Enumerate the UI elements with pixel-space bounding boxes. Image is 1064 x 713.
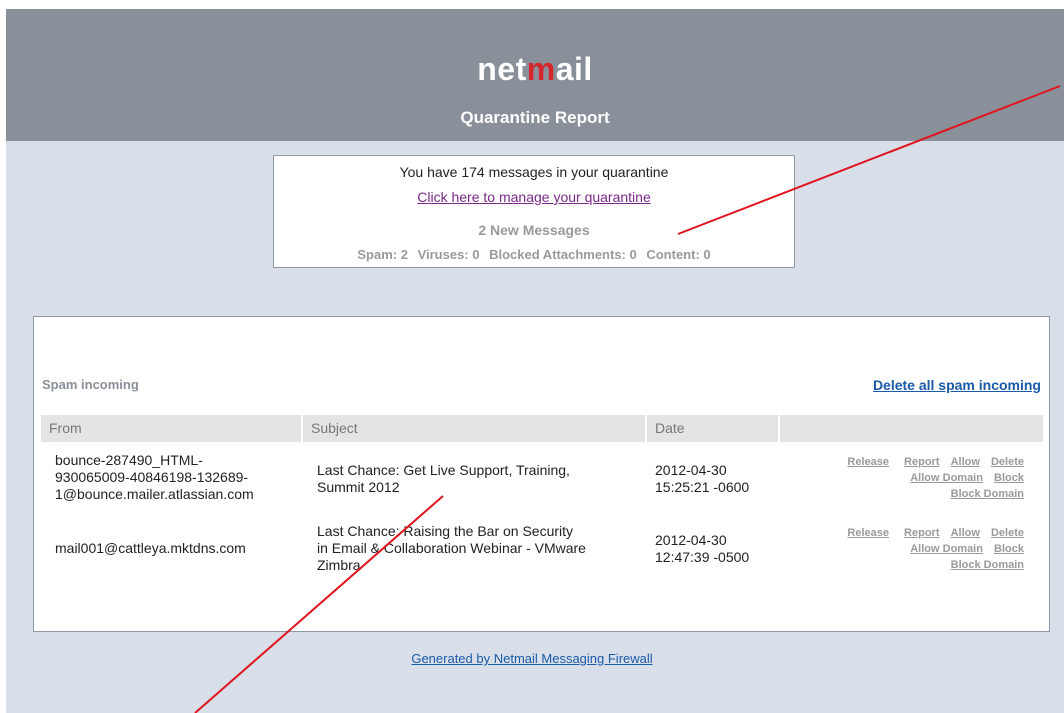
block-link[interactable]: Block bbox=[994, 472, 1024, 484]
message-subject: Last Chance: Get Live Support, Training,… bbox=[317, 462, 570, 495]
block-domain-link[interactable]: Block Domain bbox=[951, 559, 1024, 571]
allow-link[interactable]: Allow bbox=[951, 456, 980, 468]
sender-address: mail001@cattleya.mktdns.com bbox=[55, 540, 246, 556]
allow-domain-link[interactable]: Allow Domain bbox=[910, 472, 983, 484]
allow-domain-link[interactable]: Allow Domain bbox=[910, 543, 983, 555]
report-header: netmail Quarantine Report bbox=[6, 9, 1064, 141]
netmail-logo: netmail bbox=[477, 51, 593, 87]
manage-quarantine-link[interactable]: Click here to manage your quarantine bbox=[274, 189, 794, 205]
quarantine-summary-box: You have 174 messages in your quarantine… bbox=[273, 155, 795, 268]
content-count: Content: 0 bbox=[646, 247, 711, 262]
sender-address: bounce-287490_HTML- 930065009-40846198-1… bbox=[55, 452, 254, 502]
column-header-date: Date bbox=[655, 420, 685, 436]
message-stats: Spam: 2 Viruses: 0 Blocked Attachments: … bbox=[274, 247, 794, 262]
row-actions: Release Report Allow Delete Allow Domain… bbox=[804, 525, 1024, 573]
report-title: Quarantine Report bbox=[460, 108, 610, 127]
column-header-from: From bbox=[49, 420, 82, 436]
panel-title: Spam incoming bbox=[42, 377, 139, 392]
spam-incoming-panel: Spam incoming Delete all spam incoming F… bbox=[33, 316, 1050, 632]
new-messages-count: 2 New Messages bbox=[478, 222, 590, 238]
message-date: 2012-04-30 15:25:21 -0600 bbox=[655, 462, 750, 495]
virus-count: Viruses: 0 bbox=[417, 247, 480, 262]
row-actions: Release Report Allow Delete Allow Domain… bbox=[804, 454, 1024, 502]
report-link[interactable]: Report bbox=[904, 456, 939, 468]
blocked-attachments-count: Blocked Attachments: 0 bbox=[489, 247, 637, 262]
column-divider bbox=[778, 415, 780, 442]
delete-all-spam-link[interactable]: Delete all spam incoming bbox=[873, 377, 1041, 393]
release-link[interactable]: Release bbox=[847, 456, 889, 468]
block-domain-link[interactable]: Block Domain bbox=[951, 488, 1024, 500]
quarantine-count-text: You have 174 messages in your quarantine bbox=[399, 164, 669, 180]
column-divider bbox=[301, 415, 303, 442]
table-row: mail001@cattleya.mktdns.com Last Chance:… bbox=[41, 523, 1043, 593]
table-header: From Subject Date bbox=[41, 415, 1043, 442]
delete-link[interactable]: Delete bbox=[991, 527, 1024, 539]
report-link[interactable]: Report bbox=[904, 527, 939, 539]
allow-link[interactable]: Allow bbox=[951, 527, 980, 539]
message-date: 2012-04-30 12:47:39 -0500 bbox=[655, 532, 750, 565]
table-row: bounce-287490_HTML- 930065009-40846198-1… bbox=[41, 450, 1043, 518]
column-divider bbox=[645, 415, 647, 442]
generated-by-link[interactable]: Generated by Netmail Messaging Firewall bbox=[0, 651, 1064, 666]
window-top-edge bbox=[0, 0, 1064, 9]
column-header-subject: Subject bbox=[311, 420, 358, 436]
delete-link[interactable]: Delete bbox=[991, 456, 1024, 468]
message-subject: Last Chance: Raising the Bar on Security… bbox=[317, 523, 586, 573]
release-link[interactable]: Release bbox=[847, 527, 889, 539]
block-link[interactable]: Block bbox=[994, 543, 1024, 555]
spam-count: Spam: 2 bbox=[357, 247, 408, 262]
